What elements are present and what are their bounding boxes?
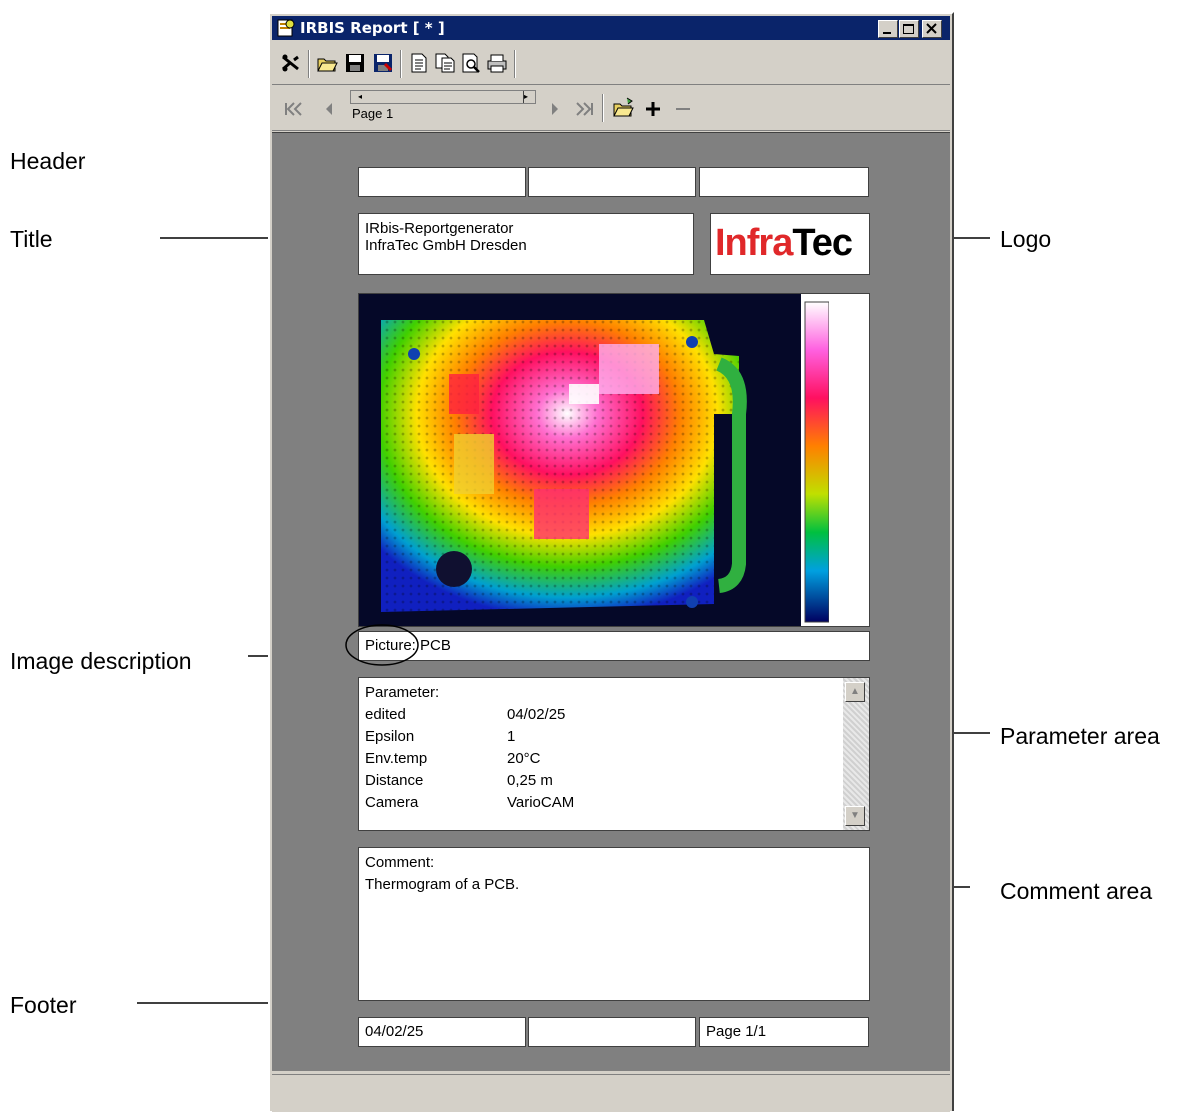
last-page-icon[interactable] <box>574 98 596 120</box>
add-page-icon[interactable] <box>642 98 664 120</box>
window-title: IRBIS Report [ * ] <box>300 19 445 37</box>
remove-page-icon <box>676 108 690 110</box>
toolbar-separator <box>308 50 310 78</box>
logo-part-1: Infra <box>715 222 793 264</box>
caption-highlight-ellipse <box>345 624 419 666</box>
slider-left-arrow-icon[interactable]: ◂ <box>351 91 370 103</box>
parameter-name: edited <box>365 706 406 723</box>
close-icon <box>926 23 937 34</box>
header-field-left[interactable] <box>358 167 526 197</box>
minimize-button[interactable] <box>878 20 898 38</box>
title-line-2: InfraTec GmbH Dresden <box>365 237 527 254</box>
footer-field-left[interactable]: 04/02/25 <box>358 1017 526 1047</box>
maximize-icon <box>903 24 914 34</box>
parameter-value: 04/02/25 <box>507 706 566 723</box>
copy-page-icon[interactable] <box>434 52 456 74</box>
first-page-icon[interactable] <box>282 98 304 120</box>
parameter-area[interactable]: Parameter: edited 04/02/25 Epsilon 1 Env… <box>358 677 870 831</box>
thermogram-frame[interactable] <box>358 293 870 627</box>
comment-area[interactable]: Comment: Thermogram of a PCB. <box>358 847 870 1001</box>
parameter-value: 0,25 m <box>507 772 553 789</box>
parameter-value: 20°C <box>507 750 541 767</box>
toolbar-separator <box>602 94 604 122</box>
scroll-up-arrow-icon[interactable]: ▲ <box>845 682 865 702</box>
page-label: Page 1 <box>352 106 394 121</box>
comment-text: Thermogram of a PCB. <box>365 876 520 893</box>
status-bar <box>272 1074 950 1112</box>
title-field[interactable]: IRbis-Reportgenerator InfraTec GmbH Dres… <box>358 213 694 275</box>
logo-part-2: Tec <box>792 222 853 264</box>
header-field-right[interactable] <box>699 167 869 197</box>
infratec-logo: InfraTec <box>715 222 853 265</box>
print-icon[interactable] <box>486 52 508 74</box>
footer-field-middle[interactable] <box>528 1017 696 1047</box>
parameter-value: 1 <box>507 728 516 745</box>
maximize-button[interactable] <box>899 20 919 38</box>
toolbar-separator <box>514 50 516 78</box>
comment-heading: Comment: <box>365 854 435 871</box>
title-line-1: IRbis-Reportgenerator <box>365 220 514 237</box>
footer-page-number: Page 1/1 <box>706 1023 767 1040</box>
add-image-folder-icon[interactable] <box>612 96 634 118</box>
parameter-name: Camera <box>365 794 419 811</box>
save-as-icon[interactable] <box>372 52 394 74</box>
minimize-icon <box>883 32 891 34</box>
close-button[interactable] <box>922 20 942 38</box>
previous-page-icon[interactable] <box>318 98 340 120</box>
next-page-icon[interactable] <box>544 98 566 120</box>
parameter-name: Distance <box>365 772 424 789</box>
parameter-scrollbar[interactable]: ▲ ▼ <box>843 678 869 830</box>
parameter-value: VarioCAM <box>507 794 575 811</box>
irbis-report-window: IRBIS Report [ * ] ◂ ▸ Page 1 IRbis-Repo… <box>268 12 954 1112</box>
thermogram-image <box>359 294 869 626</box>
toolbar-separator <box>400 50 402 78</box>
parameter-heading: Parameter: <box>365 684 440 701</box>
print-preview-icon[interactable] <box>460 52 482 74</box>
report-app-icon <box>277 19 295 37</box>
main-toolbar <box>272 42 950 85</box>
footer-field-right[interactable]: Page 1/1 <box>699 1017 869 1047</box>
parameter-name: Env.temp <box>365 750 428 767</box>
open-folder-icon[interactable] <box>316 52 338 74</box>
save-icon[interactable] <box>344 52 366 74</box>
header-field-middle[interactable] <box>528 167 696 197</box>
title-bar: IRBIS Report [ * ] <box>272 16 950 40</box>
new-page-icon[interactable] <box>408 52 430 74</box>
footer-date: 04/02/25 <box>365 1023 424 1040</box>
logo-field[interactable]: InfraTec <box>710 213 870 275</box>
report-canvas: IRbis-Reportgenerator InfraTec GmbH Dres… <box>272 132 950 1071</box>
navigation-toolbar: ◂ ▸ Page 1 <box>272 86 950 131</box>
exit-icon[interactable] <box>280 52 302 74</box>
slider-thumb[interactable] <box>369 91 524 103</box>
scroll-down-arrow-icon[interactable]: ▼ <box>845 806 865 826</box>
parameter-name: Epsilon <box>365 728 415 745</box>
page-slider[interactable]: ◂ ▸ <box>350 90 536 104</box>
